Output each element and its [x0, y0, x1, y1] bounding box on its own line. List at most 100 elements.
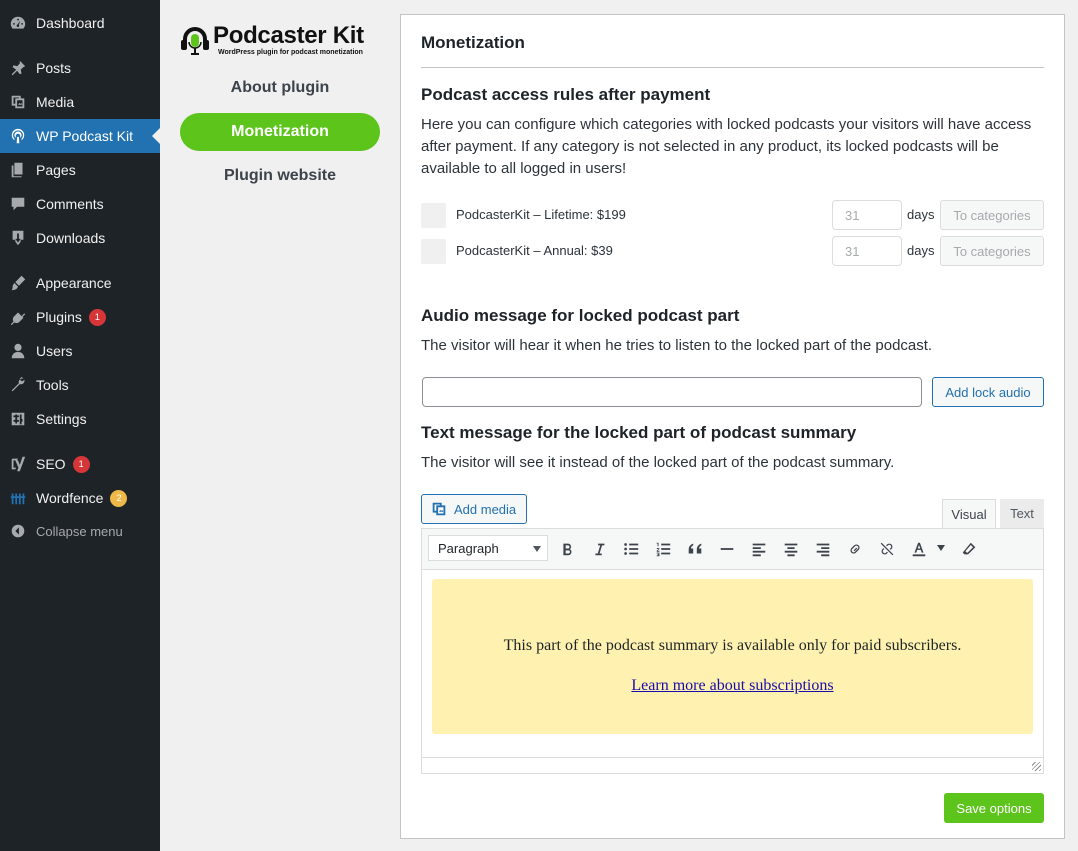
- update-count-badge: 1: [88, 308, 106, 326]
- sidebar-item-label: Downloads: [36, 230, 106, 246]
- chevron-down-icon[interactable]: [937, 545, 945, 551]
- to-categories-button[interactable]: To categories: [940, 236, 1044, 266]
- sidebar-item-downloads[interactable]: Downloads: [0, 221, 160, 255]
- text-message-heading: Text message for the locked part of podc…: [421, 423, 857, 442]
- sidebar-item-posts[interactable]: Posts: [0, 51, 160, 85]
- sidebar-item-seo[interactable]: SEO 1: [0, 447, 160, 481]
- add-media-button[interactable]: Add media: [421, 494, 527, 524]
- admin-sidebar: Dashboard Posts Media WP Podcast Kit Pag…: [0, 0, 160, 851]
- product-checkbox[interactable]: [421, 239, 446, 264]
- days-label: days: [907, 243, 935, 258]
- logo-subtitle: WordPress plugin for podcast monetizatio…: [218, 49, 363, 56]
- sidebar-item-label: SEO: [36, 456, 66, 472]
- product-label: PodcasterKit – Annual: $39: [456, 243, 613, 258]
- divider: [421, 67, 1044, 68]
- collapse-menu-button[interactable]: Collapse menu: [0, 514, 160, 548]
- tools-icon: [0, 376, 36, 394]
- align-center-icon[interactable]: [779, 537, 803, 561]
- sidebar-item-label: Pages: [36, 162, 76, 178]
- headphones-mic-icon: [181, 27, 209, 55]
- appearance-icon: [0, 274, 36, 292]
- yoast-icon: [0, 455, 36, 473]
- plugins-icon: [0, 308, 36, 326]
- lock-audio-url-input[interactable]: [422, 377, 922, 407]
- tab-text[interactable]: Text: [1000, 499, 1044, 528]
- link-icon[interactable]: [843, 537, 867, 561]
- clear-formatting-icon[interactable]: [957, 537, 981, 561]
- sidebar-item-label: Settings: [36, 411, 87, 427]
- editor-content-area[interactable]: This part of the podcast summary is avai…: [422, 570, 1043, 757]
- sidebar-item-label: Plugins: [36, 309, 82, 325]
- bullet-list-icon[interactable]: [619, 537, 643, 561]
- podcaster-kit-logo: Podcaster Kit WordPress plugin for podca…: [180, 22, 384, 62]
- locked-summary-box: This part of the podcast summary is avai…: [432, 579, 1033, 734]
- sidebar-item-label: Users: [36, 343, 73, 359]
- nav-about-plugin[interactable]: About plugin: [180, 69, 380, 107]
- align-left-icon[interactable]: [747, 537, 771, 561]
- collapse-arrow-icon: [0, 522, 36, 540]
- nav-plugin-website[interactable]: Plugin website: [180, 157, 380, 195]
- notification-badge: 1: [72, 455, 90, 473]
- numbered-list-icon[interactable]: [651, 537, 675, 561]
- comments-icon: [0, 195, 36, 213]
- pages-icon: [0, 161, 36, 179]
- panel-title: Monetization: [421, 33, 525, 52]
- sidebar-item-media[interactable]: Media: [0, 85, 160, 119]
- to-categories-button[interactable]: To categories: [940, 200, 1044, 230]
- product-checkbox[interactable]: [421, 203, 446, 228]
- sidebar-item-plugins[interactable]: Plugins 1: [0, 300, 160, 334]
- sidebar-item-wordfence[interactable]: Wordfence 2: [0, 481, 160, 515]
- audio-message-description: The visitor will hear it when he tries t…: [421, 337, 933, 354]
- sidebar-item-label: Comments: [36, 196, 104, 212]
- product-row: PodcasterKit – Annual: $39 31 days To ca…: [421, 236, 1044, 266]
- sidebar-item-appearance[interactable]: Appearance: [0, 266, 160, 300]
- access-days-input[interactable]: 31: [832, 236, 902, 266]
- format-select-value: Paragraph: [438, 540, 499, 556]
- nav-monetization[interactable]: Monetization: [180, 113, 380, 151]
- sidebar-item-users[interactable]: Users: [0, 334, 160, 368]
- audio-message-heading: Audio message for locked podcast part: [421, 306, 740, 325]
- product-label: PodcasterKit – Lifetime: $199: [456, 207, 626, 222]
- sidebar-item-label: Tools: [36, 377, 69, 393]
- add-media-label: Add media: [454, 501, 517, 517]
- add-media-icon: [432, 502, 446, 516]
- sidebar-item-settings[interactable]: Settings: [0, 402, 160, 436]
- format-select[interactable]: Paragraph: [428, 535, 548, 561]
- collapse-menu-label: Collapse menu: [36, 523, 123, 539]
- blockquote-icon[interactable]: [683, 537, 707, 561]
- sidebar-item-dashboard[interactable]: Dashboard: [0, 6, 160, 40]
- notification-badge: 2: [110, 489, 128, 507]
- tab-visual[interactable]: Visual: [942, 499, 996, 528]
- sidebar-item-wp-podcast-kit[interactable]: WP Podcast Kit: [0, 119, 160, 153]
- sidebar-item-label: WP Podcast Kit: [36, 128, 134, 144]
- sidebar-item-label: Media: [36, 94, 75, 110]
- save-options-button[interactable]: Save options: [944, 793, 1044, 823]
- unlink-icon[interactable]: [875, 537, 899, 561]
- media-icon: [0, 93, 36, 111]
- locked-summary-text: This part of the podcast summary is avai…: [503, 637, 962, 654]
- subscriptions-link[interactable]: Learn more about subscriptions: [432, 677, 1033, 695]
- sidebar-item-tools[interactable]: Tools: [0, 368, 160, 402]
- users-icon: [0, 342, 36, 360]
- add-lock-audio-button[interactable]: Add lock audio: [932, 377, 1044, 407]
- dashboard-icon: [0, 14, 36, 32]
- access-days-input[interactable]: 31: [832, 200, 902, 230]
- product-row: PodcasterKit – Lifetime: $199 31 days To…: [421, 200, 1044, 230]
- editor-toolbar: Paragraph: [422, 529, 1043, 570]
- logo-title: Podcaster Kit: [213, 22, 364, 49]
- podcast-icon: [0, 127, 36, 145]
- italic-icon[interactable]: [587, 537, 611, 561]
- wordfence-icon: [0, 489, 36, 507]
- sidebar-item-label: Posts: [36, 60, 72, 76]
- text-color-icon[interactable]: [907, 537, 931, 561]
- horizontal-line-icon[interactable]: [715, 537, 739, 561]
- sidebar-item-label: Dashboard: [36, 15, 105, 31]
- days-label: days: [907, 207, 935, 222]
- bold-icon[interactable]: [555, 537, 579, 561]
- sidebar-item-comments[interactable]: Comments: [0, 187, 160, 221]
- sidebar-item-pages[interactable]: Pages: [0, 153, 160, 187]
- resize-handle[interactable]: [1032, 762, 1041, 771]
- editor-status-bar: [422, 757, 1043, 773]
- align-right-icon[interactable]: [811, 537, 835, 561]
- access-rules-heading: Podcast access rules after payment: [421, 85, 711, 104]
